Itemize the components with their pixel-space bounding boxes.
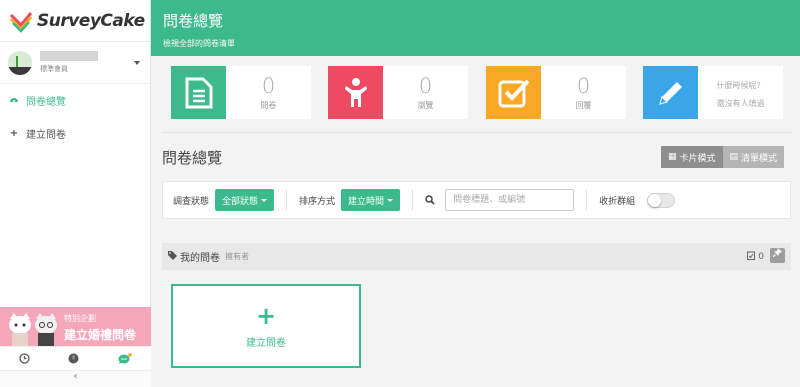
sidebar-item-create[interactable]: + 建立問卷	[0, 117, 150, 150]
collapse-groups-label: 收折群組	[599, 196, 636, 207]
search-input[interactable]	[445, 189, 575, 211]
sidebar-collapse-button[interactable]: ‹	[0, 370, 151, 387]
status-filter-dropdown[interactable]: 全部狀態	[215, 189, 275, 211]
stat-hint-text: 還沒有人填過	[716, 99, 765, 108]
group-count: 0	[747, 251, 764, 262]
group-count-value: 0	[758, 252, 764, 262]
page-subtitle: 檢視全部的問卷清單	[163, 39, 235, 48]
group-header: 我的問卷 擁有者 0	[162, 243, 791, 270]
group-owner: 擁有者	[225, 252, 249, 261]
group-title: 我的問卷	[180, 253, 220, 264]
sort-value: 建立時間	[348, 196, 385, 207]
stat-card-views: 0 瀏覽	[328, 66, 468, 119]
person-icon	[328, 66, 383, 119]
plus-icon: +	[9, 128, 19, 139]
clipboard-check-icon	[747, 251, 756, 260]
list-view-label: 清單模式	[741, 153, 778, 164]
stat-label: 問卷	[260, 101, 277, 110]
stat-value: 0	[418, 74, 433, 98]
collapse-groups-toggle[interactable]	[647, 192, 676, 208]
avatar	[8, 50, 32, 75]
sort-label: 排序方式	[299, 196, 336, 207]
stat-value: 0	[576, 74, 591, 98]
user-plan: 標準會員	[40, 65, 68, 73]
chat-icon[interactable]	[118, 352, 132, 365]
separator	[286, 189, 288, 211]
status-filter-value: 全部狀態	[222, 196, 259, 207]
list-icon: ▤	[729, 152, 739, 162]
promo-small-text: 特別企劃	[64, 314, 96, 323]
filter-bar: 調查狀態 全部狀態 排序方式 建立時間 收折群組	[162, 181, 791, 219]
sidebar-footer-icons	[0, 346, 151, 370]
globe-icon[interactable]	[68, 353, 79, 364]
grid-icon: ▦	[668, 152, 677, 162]
divider	[162, 132, 791, 133]
clock-icon[interactable]	[19, 353, 30, 364]
caret-down-icon	[387, 198, 394, 202]
pin-icon[interactable]	[770, 248, 785, 263]
sidebar-item-label: 問卷總覽	[26, 97, 66, 108]
list-view-button[interactable]: ▤ 清單模式	[722, 146, 785, 168]
plus-icon: +	[255, 301, 277, 330]
create-survey-card[interactable]: + 建立問卷	[171, 284, 361, 368]
stat-value: 0	[261, 74, 276, 98]
page-title: 問卷總覽	[163, 12, 224, 30]
stat-label: 回覆	[575, 101, 592, 110]
stat-card-hint: 什麼時候呢？ 還沒有人填過	[643, 66, 783, 119]
caret-down-icon	[261, 198, 268, 202]
surveycake-logo-icon	[9, 11, 33, 33]
separator	[412, 189, 414, 211]
separator	[586, 189, 588, 211]
promo-banner[interactable]: 特別企劃 建立婚禮問卷	[0, 307, 151, 346]
stat-label: 瀏覽	[417, 101, 434, 110]
logo-text: SurveyCake	[37, 10, 145, 31]
card-view-button[interactable]: ▦ 卡片模式	[661, 146, 723, 168]
document-icon	[171, 66, 226, 119]
sort-dropdown[interactable]: 建立時間	[341, 189, 401, 211]
stat-card-surveys: 0 問卷	[171, 66, 311, 119]
search-icon	[425, 195, 435, 205]
card-view-label: 卡片模式	[679, 153, 716, 164]
pencil-icon	[643, 66, 698, 119]
logo[interactable]: SurveyCake	[0, 0, 150, 42]
view-mode-switch: ▦ 卡片模式 ▤ 清單模式	[661, 146, 785, 168]
checkbox-icon	[486, 66, 541, 119]
sidebar-item-label: 建立問卷	[26, 130, 66, 141]
sidebar-item-overview[interactable]: 問卷總覽	[0, 84, 150, 117]
caret-down-icon[interactable]	[134, 61, 140, 65]
create-survey-label: 建立問卷	[246, 337, 286, 349]
dashboard-icon	[9, 95, 19, 106]
promo-title: 建立婚禮問卷	[64, 328, 137, 342]
user-name-redacted	[40, 51, 98, 61]
section-title: 問卷總覽	[162, 149, 223, 167]
stat-hint-question: 什麼時候呢？	[716, 81, 765, 90]
page-header: 問卷總覽 檢視全部的問卷清單	[151, 0, 800, 56]
tag-icon	[168, 250, 177, 263]
status-filter-label: 調查狀態	[173, 196, 210, 207]
wedding-cats-illustration	[9, 313, 57, 346]
sidebar: SurveyCake 標準會員 問卷總覽 + 建立問卷 特別企劃 建立婚禮問卷 …	[0, 0, 151, 387]
stat-card-responses: 0 回覆	[486, 66, 626, 119]
user-menu[interactable]: 標準會員	[0, 42, 150, 84]
